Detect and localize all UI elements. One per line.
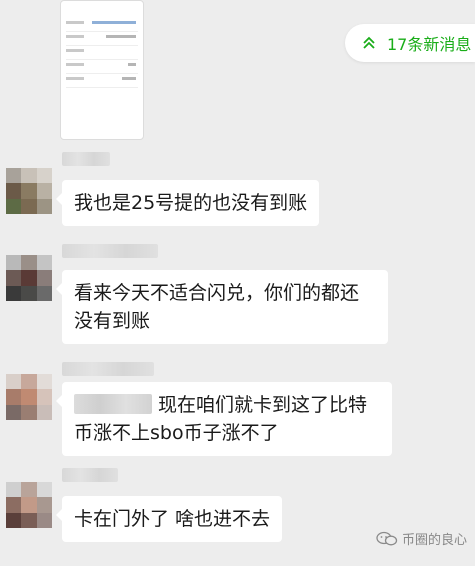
- message-bubble[interactable]: 现在咱们就卡到这了比特币涨不上sbo币子涨不了: [56, 382, 392, 456]
- message-text: 卡在门外了 啥也进不去: [74, 508, 271, 530]
- image-message-content: [66, 9, 138, 88]
- avatar[interactable]: [6, 255, 52, 301]
- message-bubble[interactable]: 卡在门外了 啥也进不去: [55, 496, 283, 542]
- message-text: 看来今天不适合闪兑，你们的都还没有到账: [74, 282, 360, 332]
- double-chevron-up-icon: [363, 36, 375, 49]
- watermark-text: 币圈的良心: [401, 533, 467, 548]
- new-messages-label: 17条新消息: [387, 35, 472, 54]
- new-messages-button[interactable]: 17条新消息: [345, 24, 475, 62]
- message-bubble[interactable]: 我也是25号提的也没有到账: [55, 180, 320, 226]
- mention-blur: [74, 394, 152, 414]
- avatar[interactable]: [6, 168, 52, 214]
- avatar[interactable]: [6, 482, 52, 528]
- avatar[interactable]: [6, 374, 52, 420]
- sender-name: [62, 152, 110, 166]
- watermark: 币圈的良心: [376, 529, 467, 548]
- wechat-official-account-icon: [376, 531, 398, 545]
- sender-name: [62, 362, 154, 376]
- sender-name: [62, 468, 118, 482]
- image-message[interactable]: [60, 0, 144, 140]
- message-bubble[interactable]: 看来今天不适合闪兑，你们的都还没有到账: [56, 270, 388, 344]
- message-text: 我也是25号提的也没有到账: [74, 192, 308, 214]
- sender-name: [62, 244, 158, 258]
